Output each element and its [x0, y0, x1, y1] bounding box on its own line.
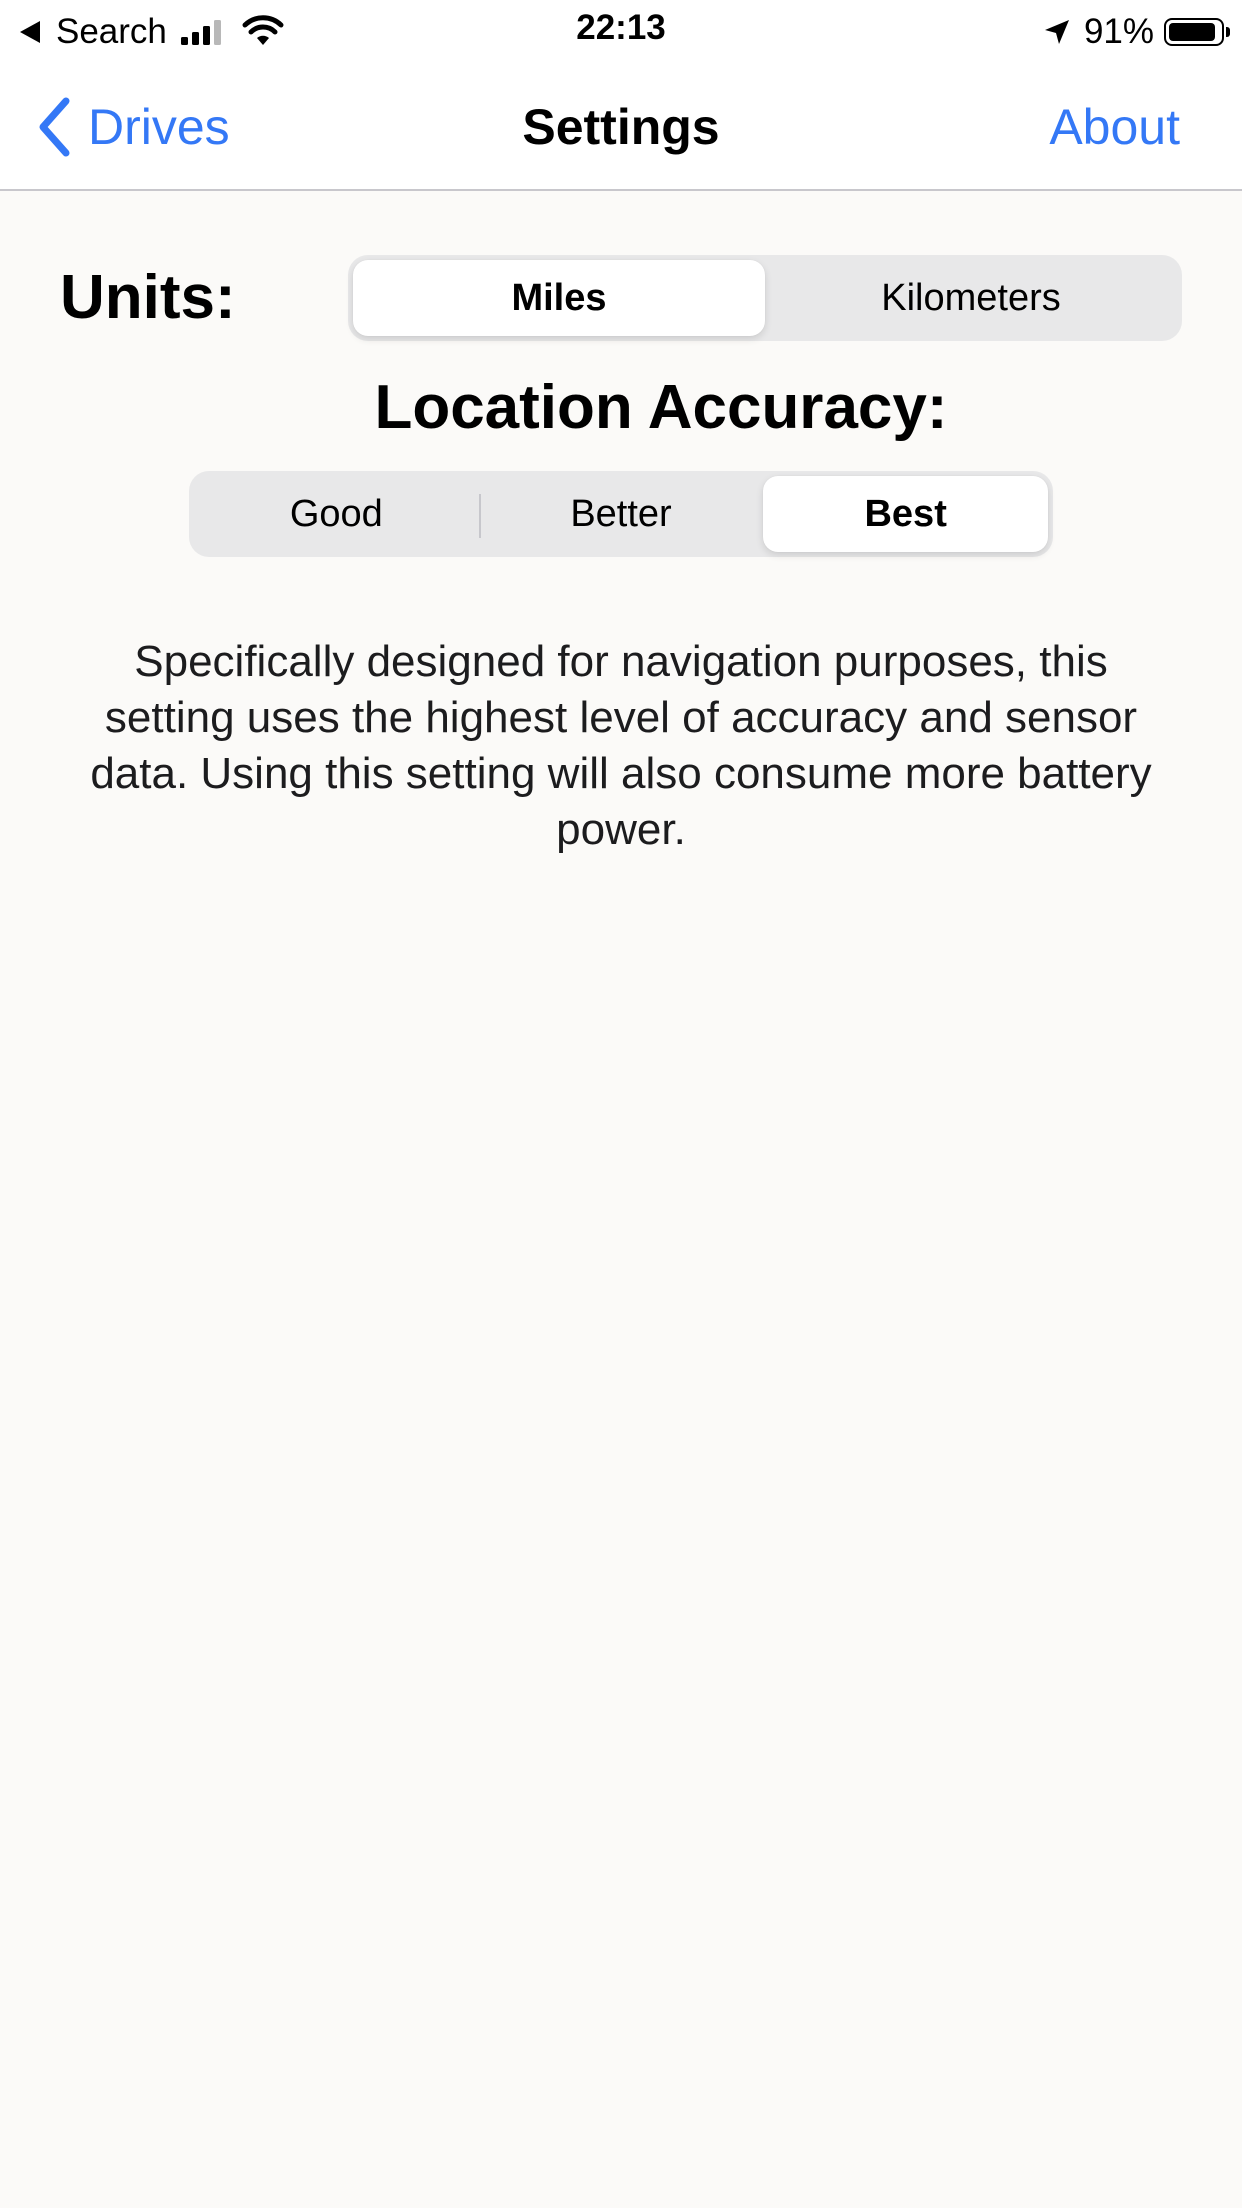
about-button[interactable]: About — [1049, 92, 1180, 162]
back-button-drives[interactable]: Drives — [36, 92, 230, 162]
chevron-left-icon — [39, 97, 70, 157]
navigation-bar: Drives Settings About — [0, 64, 1242, 191]
battery-cap — [1226, 27, 1230, 37]
location-arrow-icon — [1044, 20, 1069, 44]
battery-percent: 91% — [1083, 12, 1154, 51]
segment-label: Kilometers — [881, 276, 1061, 319]
location-accuracy-title: Location Accuracy: — [374, 373, 948, 442]
segment-miles[interactable]: Miles — [353, 260, 765, 336]
segment-kilometers[interactable]: Kilometers — [765, 260, 1177, 336]
accuracy-segmented-control[interactable]: Good Better Best — [189, 471, 1053, 557]
segment-label: Best — [864, 492, 947, 535]
battery-level-fill — [1169, 23, 1215, 41]
units-label: Units: — [60, 263, 236, 332]
segment-label: Better — [570, 492, 672, 535]
accuracy-description: Specifically designed for navigation pur… — [90, 637, 1152, 854]
segment-better[interactable]: Better — [478, 476, 764, 552]
segment-label: Good — [289, 492, 383, 535]
status-bar: Search 22:13 91% — [0, 0, 1242, 64]
segment-label: Miles — [511, 276, 607, 319]
segment-best[interactable]: Best — [763, 476, 1049, 552]
back-button-label: Drives — [88, 99, 230, 155]
units-segmented-control[interactable]: Miles Kilometers — [348, 255, 1182, 341]
segment-divider — [478, 494, 481, 538]
segment-good[interactable]: Good — [194, 476, 479, 552]
status-right: 91% — [1042, 10, 1230, 54]
battery-icon — [1164, 18, 1230, 46]
